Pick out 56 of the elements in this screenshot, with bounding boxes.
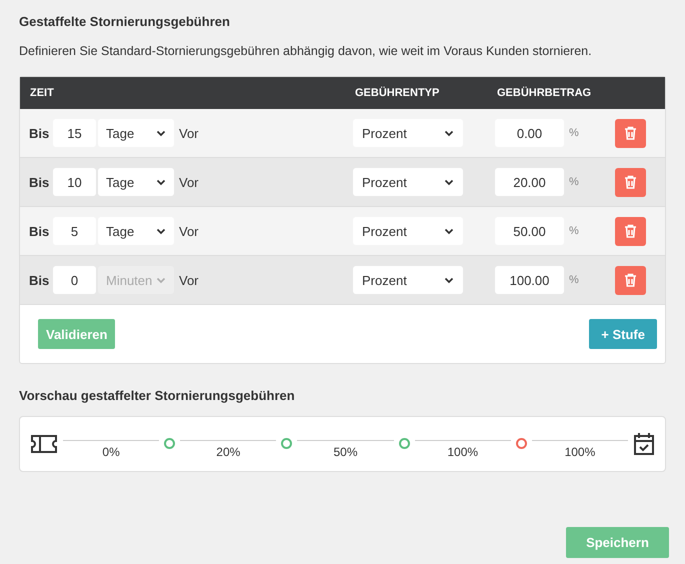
chevron-icon <box>444 226 454 236</box>
amount-field[interactable]: 10 <box>53 168 96 196</box>
trash-icon <box>624 175 637 190</box>
delete-button[interactable] <box>615 216 646 246</box>
chevron-icon <box>156 177 166 188</box>
trash-icon <box>624 273 637 288</box>
segment-label: 100% <box>564 444 596 461</box>
row-label: Vor <box>179 124 200 142</box>
row-label: Bis <box>29 222 50 240</box>
trash-icon <box>624 126 637 140</box>
row-label: Bis <box>29 174 50 192</box>
row-label: Vor <box>179 272 200 290</box>
column-header: ZEIT <box>29 86 55 101</box>
chevron-icon <box>444 128 454 138</box>
calendar-check-icon <box>633 432 656 456</box>
row-label: Bis <box>29 272 50 290</box>
row-label: Vor <box>179 174 200 192</box>
fee-type-dropdown[interactable]: Prozent <box>353 266 463 294</box>
column-header: GEBÜHRBETRAG <box>497 86 592 101</box>
percent-label: % <box>569 273 580 288</box>
delete-button[interactable] <box>615 168 646 197</box>
segment-label: 100% <box>447 444 478 461</box>
fee-type-dropdown[interactable]: Prozent <box>353 119 463 148</box>
row-label: Bis <box>29 124 50 142</box>
fee-type-dropdown[interactable]: Prozent <box>353 168 463 196</box>
chevron-icon <box>156 275 166 286</box>
chevron-icon <box>444 177 454 188</box>
segment-label: 20% <box>216 444 240 461</box>
preview-title: Vorschau gestaffelter Stornierungsgebühren <box>19 387 296 406</box>
column-header: GEBÜHRENTYP <box>355 86 440 101</box>
chevron-icon <box>156 226 166 236</box>
delete-button[interactable] <box>615 266 646 295</box>
description: Definieren Sie Standard-Stornierungsgebühren abhängig davon, wie weit im Voraus Kunden stornieren. <box>19 42 593 60</box>
ticket-icon <box>30 434 58 454</box>
amount-field[interactable]: 15 <box>53 119 96 148</box>
section-title: Gestaffelte Stornierungsgebühren <box>19 13 231 31</box>
amount-field[interactable]: 0 <box>53 266 96 294</box>
unit-dropdown[interactable]: Tage <box>98 217 174 246</box>
segment-label: 50% <box>333 444 358 461</box>
amount-field[interactable]: 5 <box>53 217 96 246</box>
delete-button[interactable] <box>615 118 646 148</box>
unit-dropdown[interactable]: Tage <box>98 119 174 148</box>
chevron-icon <box>156 128 166 138</box>
segment-label: 0% <box>102 444 120 461</box>
fee-type-dropdown[interactable]: Prozent <box>353 217 463 246</box>
percent-label: % <box>569 175 580 190</box>
fee-field[interactable]: 100.00 <box>495 266 564 294</box>
fee-field[interactable]: 50.00 <box>495 217 564 246</box>
chevron-icon <box>444 275 454 286</box>
unit-dropdown[interactable]: Tage <box>98 168 174 196</box>
percent-label: % <box>569 126 580 141</box>
fee-field[interactable]: 20.00 <box>495 168 564 196</box>
row-label: Vor <box>179 222 200 240</box>
fee-field[interactable]: 0.00 <box>495 119 564 148</box>
trash-icon <box>624 224 637 238</box>
percent-label: % <box>569 224 580 239</box>
